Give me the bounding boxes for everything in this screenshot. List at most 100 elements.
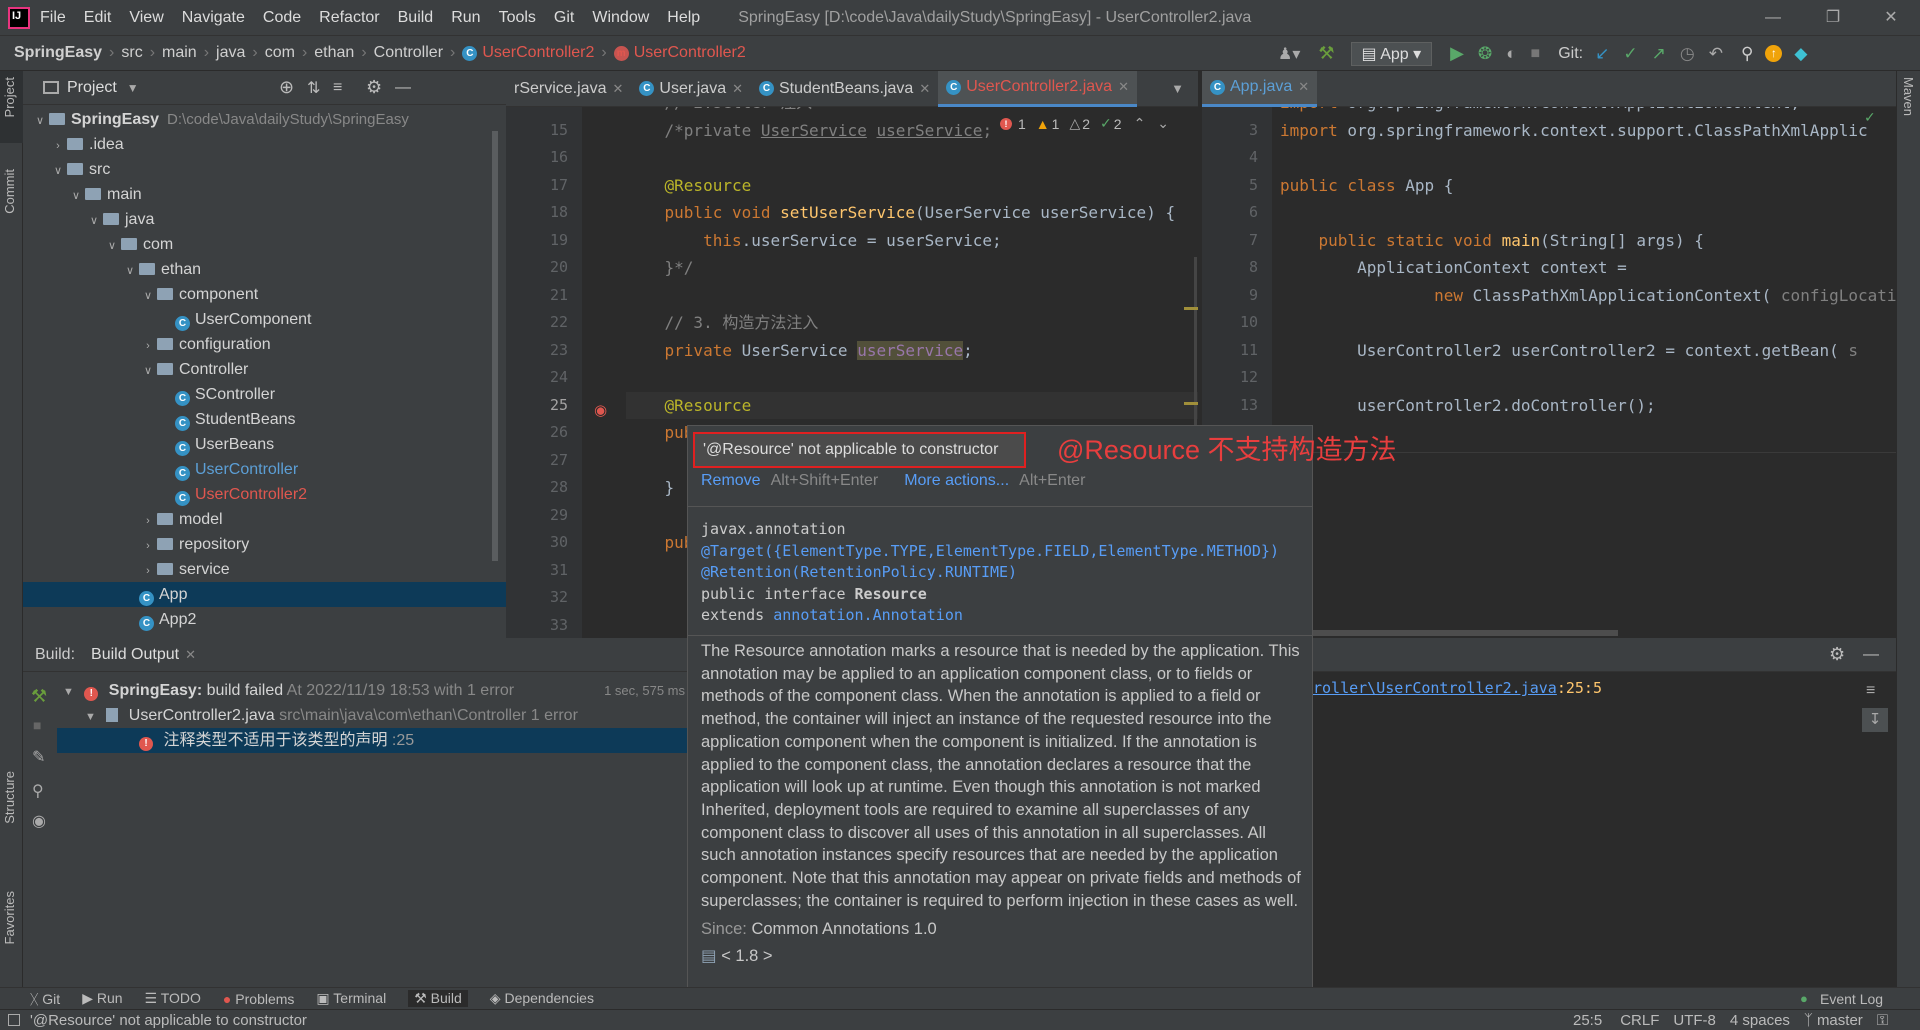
tool-tab-terminal[interactable]: ▣ Terminal bbox=[316, 990, 386, 1007]
tree-node[interactable]: › .idea bbox=[23, 132, 506, 157]
doc-retention[interactable]: @Retention(RetentionPolicy.RUNTIME) bbox=[701, 562, 1299, 584]
pin-icon[interactable]: ⚲ bbox=[32, 781, 57, 801]
commit-tool-tab[interactable]: Commit bbox=[2, 169, 17, 214]
expand-all-icon[interactable]: ⇅ bbox=[307, 78, 320, 98]
code-line[interactable]: // 3. 构造方法注入 bbox=[626, 309, 1198, 337]
chevron-down-icon[interactable]: ∨ bbox=[67, 184, 85, 209]
menu-refactor[interactable]: Refactor bbox=[319, 9, 379, 27]
restore-icon[interactable]: ❐ bbox=[1810, 0, 1856, 36]
menu-edit[interactable]: Edit bbox=[84, 9, 112, 27]
chevron-right-icon[interactable]: › bbox=[139, 334, 157, 359]
tool-tab-git[interactable]: ᚷ Git bbox=[30, 991, 60, 1007]
code-line[interactable]: @Resource bbox=[626, 391, 1198, 419]
maven-tool-tab[interactable]: Maven bbox=[1901, 77, 1916, 116]
project-tool-tab[interactable]: Project bbox=[2, 77, 17, 117]
chevron-down-icon[interactable]: ∨ bbox=[103, 234, 121, 259]
menu-file[interactable]: File bbox=[40, 9, 66, 27]
breadcrumb-item[interactable]: java bbox=[216, 44, 245, 62]
git-commit-icon[interactable]: ✓ bbox=[1623, 44, 1637, 64]
prev-highlight-icon[interactable]: ⌃ bbox=[1134, 115, 1146, 132]
stop-build-icon[interactable]: ■ bbox=[33, 717, 57, 733]
code-line[interactable] bbox=[626, 364, 1198, 392]
rebuild-icon[interactable]: ⚒ bbox=[31, 686, 57, 707]
chevron-down-icon[interactable]: ∨ bbox=[49, 159, 67, 184]
build-hammer-icon[interactable]: ⚒ bbox=[1318, 43, 1334, 64]
tool-tab-build[interactable]: ⚒ Build bbox=[408, 990, 468, 1007]
editor-tab[interactable]: C UserController2.java ✕ bbox=[938, 70, 1137, 107]
menu-window[interactable]: Window bbox=[592, 9, 649, 27]
tool-tab-todo[interactable]: ☰ TODO bbox=[145, 990, 201, 1007]
menu-git[interactable]: Git bbox=[554, 9, 574, 27]
chevron-down-icon[interactable]: ▼ bbox=[127, 81, 139, 95]
code-line[interactable]: import org.springframework.context.suppo… bbox=[1280, 117, 1896, 145]
chevron-right-icon[interactable]: › bbox=[139, 509, 157, 534]
close-tab-icon[interactable]: ✕ bbox=[1118, 79, 1129, 95]
menu-build[interactable]: Build bbox=[398, 9, 434, 27]
code-line[interactable]: @Resource bbox=[626, 172, 1198, 200]
line-separator[interactable]: CRLF bbox=[1620, 1012, 1659, 1029]
scroll-to-end-icon[interactable]: ↧ bbox=[1862, 708, 1888, 732]
code-line[interactable]: }*/ bbox=[626, 254, 1198, 282]
plugin-icon[interactable]: ◆ bbox=[1794, 44, 1807, 64]
tree-node[interactable]: ∨ component bbox=[23, 282, 506, 307]
code-line[interactable] bbox=[626, 282, 1198, 310]
code-line[interactable]: private UserService userService; bbox=[626, 337, 1198, 365]
doc-jdk[interactable]: < 1.8 > bbox=[721, 947, 772, 965]
more-actions-link[interactable]: More actions... bbox=[904, 472, 1009, 490]
code-line[interactable]: UserController2 userController2 = contex… bbox=[1280, 337, 1896, 365]
right-editor[interactable]: import org.springframework.context.Appli… bbox=[1272, 107, 1896, 638]
tree-node[interactable]: C StudentBeans bbox=[23, 407, 506, 432]
tab-app-java[interactable]: C App.java ✕ bbox=[1202, 70, 1318, 107]
horizontal-scrollbar[interactable] bbox=[1308, 630, 1618, 636]
git-push-icon[interactable]: ↗ bbox=[1652, 44, 1666, 64]
tree-node[interactable]: ∨ main bbox=[23, 182, 506, 207]
build-root-row[interactable]: ▼ ! SpringEasy: build failed At 2022/11/… bbox=[57, 678, 689, 703]
run-icon[interactable]: ▶ bbox=[1450, 43, 1464, 64]
code-line[interactable]: public void setUserService(UserService u… bbox=[626, 199, 1198, 227]
indent-setting[interactable]: 4 spaces bbox=[1730, 1012, 1790, 1029]
tree-node[interactable]: › repository bbox=[23, 532, 506, 557]
wrench-icon[interactable]: ✎ bbox=[32, 747, 57, 767]
coverage-icon[interactable]: ◐ bbox=[1506, 44, 1516, 64]
chevron-down-icon[interactable]: ∨ bbox=[85, 209, 103, 234]
breadcrumb-item[interactable]: ethan bbox=[314, 44, 354, 62]
project-panel-title[interactable]: Project bbox=[67, 79, 117, 97]
minimize-icon[interactable]: — bbox=[1750, 0, 1796, 36]
code-line[interactable]: ApplicationContext context = bbox=[1280, 254, 1896, 282]
gear-icon[interactable]: ⚙ bbox=[1829, 644, 1845, 665]
git-branch[interactable]: master bbox=[1817, 1012, 1863, 1029]
breadcrumb-item[interactable]: com bbox=[265, 44, 295, 62]
tree-node[interactable]: › service bbox=[23, 557, 506, 582]
tool-tab-run[interactable]: ▶ Run bbox=[82, 990, 122, 1007]
tree-node[interactable]: › model bbox=[23, 507, 506, 532]
code-line[interactable] bbox=[1280, 144, 1896, 172]
stop-icon[interactable]: ■ bbox=[1531, 45, 1541, 63]
code-line[interactable]: new ClassPathXmlApplicationContext( conf… bbox=[1280, 282, 1896, 310]
close-icon[interactable]: ✕ bbox=[1868, 0, 1914, 36]
remove-action-link[interactable]: Remove bbox=[701, 472, 761, 490]
tool-tab-dependencies[interactable]: ◈ Dependencies bbox=[490, 990, 594, 1007]
doc-target[interactable]: @Target({ElementType.TYPE,ElementType.FI… bbox=[701, 541, 1299, 563]
code-line[interactable] bbox=[1280, 199, 1896, 227]
run-config-select[interactable]: ▤ App ▾ bbox=[1350, 41, 1433, 66]
event-log-tab[interactable]: Event Log bbox=[1820, 991, 1883, 1007]
hide-icon[interactable]: — bbox=[395, 79, 411, 97]
hide-panel-icon[interactable]: — bbox=[1863, 646, 1879, 664]
chevron-right-icon[interactable]: › bbox=[139, 559, 157, 584]
menu-help[interactable]: Help bbox=[667, 9, 700, 27]
code-line[interactable]: userController2.doController(); bbox=[1280, 392, 1896, 420]
code-line[interactable] bbox=[1280, 364, 1896, 392]
update-icon[interactable]: ↑ bbox=[1765, 45, 1783, 62]
breadcrumb-item[interactable]: SpringEasy bbox=[14, 44, 102, 62]
next-highlight-icon[interactable]: ⌄ bbox=[1157, 115, 1169, 132]
tree-node[interactable]: ∨ ethan bbox=[23, 257, 506, 282]
gear-icon[interactable]: ⚙ bbox=[366, 77, 382, 98]
tree-node[interactable]: ∨ src bbox=[23, 157, 506, 182]
menu-run[interactable]: Run bbox=[451, 9, 480, 27]
collapse-all-icon[interactable]: ≡ bbox=[333, 79, 342, 97]
favorites-tool-tab[interactable]: Favorites bbox=[2, 891, 17, 944]
code-line[interactable] bbox=[1280, 309, 1896, 337]
tree-node[interactable]: C SController bbox=[23, 382, 506, 407]
menu-navigate[interactable]: Navigate bbox=[182, 9, 245, 27]
git-history-icon[interactable]: ◷ bbox=[1680, 44, 1695, 64]
